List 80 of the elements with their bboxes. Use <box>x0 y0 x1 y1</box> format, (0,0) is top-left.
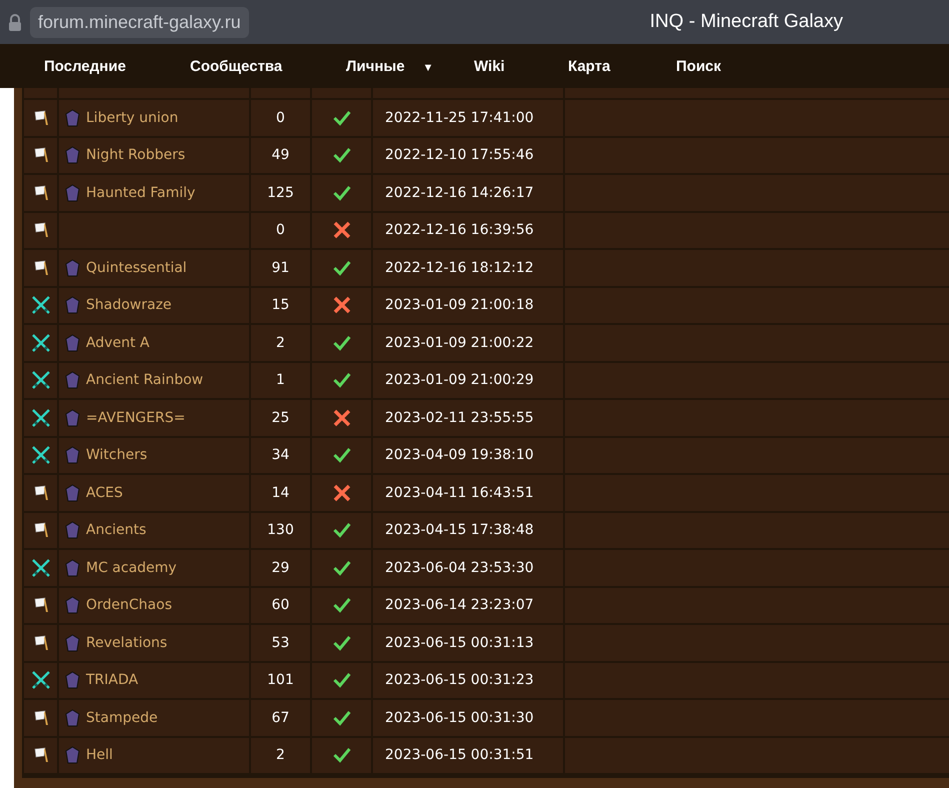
date-time: 2022-11-25 17:41:00 <box>385 110 534 126</box>
date-time: 2022-12-16 14:26:17 <box>385 184 534 201</box>
flag-icon <box>32 484 50 502</box>
member-count: 91 <box>272 260 290 276</box>
crossed-swords-icon <box>30 445 50 466</box>
member-count: 125 <box>267 184 294 201</box>
clan-name-link[interactable]: =AVENGERS= <box>86 410 186 426</box>
flag-icon <box>32 258 50 277</box>
clan-name-link[interactable]: Ancients <box>86 522 146 538</box>
clan-name-link[interactable]: TRIADA <box>86 672 138 688</box>
flag-icon <box>32 521 50 540</box>
member-count: 29 <box>272 560 290 576</box>
clan-name-link[interactable]: Witchers <box>86 447 148 464</box>
clan-name-link[interactable]: Shadowraze <box>86 297 172 314</box>
crossed-swords-icon <box>30 670 50 690</box>
member-count: 130 <box>267 522 294 538</box>
crossed-swords-icon <box>30 558 50 578</box>
flag-icon <box>32 184 50 202</box>
date-time: 2023-06-15 00:31:23 <box>385 672 534 688</box>
clan-name-link[interactable]: Quintessential <box>86 260 187 276</box>
crossed-swords-icon <box>30 332 50 353</box>
date-time: 2023-04-15 17:38:48 <box>385 522 534 538</box>
clan-name-link[interactable]: Night Robbers <box>86 147 186 164</box>
date-time: 2023-06-15 00:31:30 <box>385 710 534 726</box>
date-time: 2023-04-11 16:43:51 <box>385 484 534 501</box>
page-title: INQ - Minecraft Galaxy <box>650 11 843 33</box>
flag-icon <box>32 708 50 727</box>
date-time: 2023-01-09 21:00:29 <box>385 372 534 388</box>
date-time: 2023-06-04 23:53:30 <box>385 560 534 576</box>
nav-link[interactable]: Карта <box>568 58 676 74</box>
flag-icon <box>32 634 50 652</box>
date-time: 2023-01-09 21:00:18 <box>385 297 534 314</box>
flag-icon <box>32 108 50 127</box>
clan-name-link[interactable]: OrdenChaos <box>86 597 172 614</box>
clan-name-link[interactable]: Ancient Rainbow <box>86 372 204 388</box>
date-time: 2023-06-15 00:31:13 <box>385 634 534 651</box>
member-count: 14 <box>272 484 290 501</box>
clan-name-link[interactable]: Liberty union <box>86 110 178 126</box>
date-time: 2022-12-16 16:39:56 <box>385 222 534 238</box>
lock-icon <box>8 14 22 30</box>
nav-link[interactable]: Сообщества <box>190 58 346 74</box>
nav-link[interactable]: Последние <box>44 58 190 74</box>
member-count: 60 <box>272 597 290 614</box>
clan-name-link[interactable]: ACES <box>86 484 123 501</box>
member-count: 2 <box>276 334 285 351</box>
clan-name-link[interactable]: Hell <box>86 747 113 764</box>
clan-name-link[interactable]: Advent A <box>86 334 150 351</box>
date-time: 2023-06-15 00:31:51 <box>385 747 534 764</box>
crossed-swords-icon <box>30 295 50 316</box>
clan-name-link[interactable]: Haunted Family <box>86 184 196 201</box>
clan-name-link[interactable]: Stampede <box>86 710 158 726</box>
member-count: 101 <box>267 672 294 688</box>
member-count: 0 <box>276 222 285 238</box>
date-time: 2023-02-11 23:55:55 <box>385 410 534 426</box>
date-time: 2023-01-09 21:00:22 <box>385 334 534 351</box>
nav-link[interactable]: Wiki <box>474 58 568 74</box>
crossed-swords-icon <box>30 370 50 390</box>
flag-icon <box>32 746 50 764</box>
nav-link[interactable]: Поиск <box>676 58 776 74</box>
clan-name-link[interactable]: Revelations <box>86 634 168 651</box>
member-count: 15 <box>272 297 290 314</box>
member-count: 34 <box>272 447 290 464</box>
flag-icon <box>32 596 50 614</box>
nav-link[interactable]: Личные ▼ <box>346 58 474 74</box>
date-time: 2022-12-10 17:55:46 <box>385 147 534 164</box>
crossed-swords-icon <box>30 408 50 428</box>
member-count: 53 <box>272 634 290 651</box>
member-count: 67 <box>272 710 290 726</box>
member-count: 49 <box>272 147 290 164</box>
date-time: 2023-06-14 23:23:07 <box>385 597 534 614</box>
flag-icon <box>32 146 50 164</box>
member-count: 25 <box>272 410 290 426</box>
address-bar[interactable]: forum.minecraft-galaxy.ru <box>30 6 249 38</box>
clan-name-link[interactable]: MC academy <box>86 560 177 576</box>
member-count: 1 <box>276 372 285 388</box>
date-time: 2022-12-16 18:12:12 <box>385 260 534 276</box>
flag-icon <box>32 221 50 240</box>
member-count: 0 <box>276 110 285 126</box>
member-count: 2 <box>276 747 285 764</box>
date-time: 2023-04-09 19:38:10 <box>385 447 534 464</box>
